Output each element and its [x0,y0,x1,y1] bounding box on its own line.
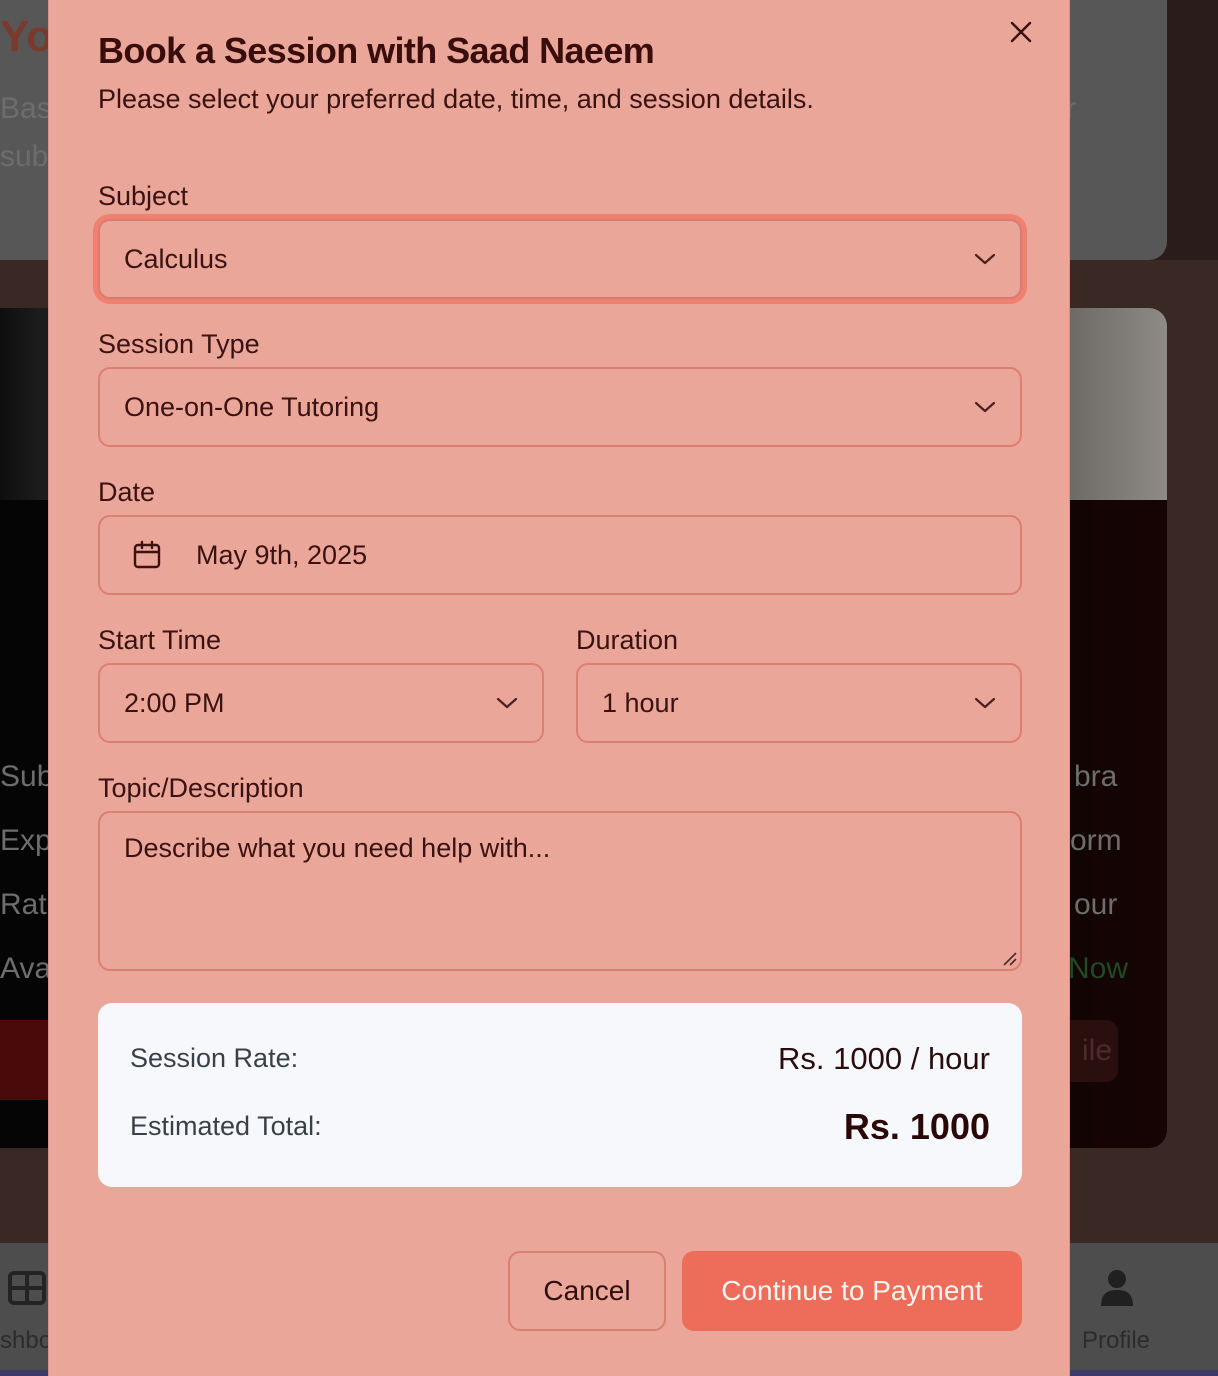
session-type-select[interactable]: One-on-One Tutoring [98,367,1022,447]
price-summary: Session Rate: Rs. 1000 / hour Estimated … [98,1003,1022,1187]
bg-detail-label: Rat [0,888,47,921]
date-label: Date [98,477,156,507]
start-time-select[interactable]: 2:00 PM [98,663,544,743]
session-type-value: One-on-One Tutoring [124,391,380,422]
bg-detail-label: Ava [0,952,52,985]
cancel-button[interactable]: Cancel [508,1251,666,1331]
chevron-down-icon [496,692,518,714]
bg-page-title: Yo [0,12,53,61]
bg-detail-value: our [1074,888,1118,921]
topic-label: Topic/Description [98,773,304,803]
modal-subtitle: Please select your preferred date, time,… [98,84,814,114]
nav-dashboard-label: shbo [0,1327,53,1354]
bg-detail-value: bra [1074,760,1118,793]
chevron-down-icon [974,396,996,418]
dashboard-icon [8,1271,46,1305]
bg-intro-line: sub [0,140,49,173]
bg-availability-value: Now [1068,952,1129,985]
session-rate-label: Session Rate: [130,1043,299,1073]
resize-handle-icon[interactable] [1000,949,1018,967]
start-time-label: Start Time [98,625,222,655]
nav-profile-label: Profile [1082,1327,1151,1354]
estimated-total-label: Estimated Total: [130,1111,322,1141]
close-button[interactable] [1003,14,1039,50]
duration-value: 1 hour [602,687,679,718]
continue-to-payment-button[interactable]: Continue to Payment [682,1251,1022,1331]
calendar-icon [132,540,162,570]
subject-select[interactable]: Calculus [98,219,1022,299]
date-value: May 9th, 2025 [196,539,368,570]
chevron-down-icon [974,248,996,270]
bg-intro-line: Bas [0,92,52,125]
duration-select[interactable]: 1 hour [576,663,1022,743]
session-rate-value: Rs. 1000 / hour [778,1041,990,1076]
date-picker[interactable]: May 9th, 2025 [98,515,1022,595]
chevron-down-icon [974,692,996,714]
start-time-value: 2:00 PM [124,687,225,718]
booking-modal: Book a Session with Saad Naeem Please se… [48,0,1070,1376]
topic-textarea[interactable]: Describe what you need help with... [98,811,1022,971]
bg-detail-label: Exp [0,824,52,857]
estimated-total-value: Rs. 1000 [843,1106,990,1147]
bg-detail-value: orm [1070,824,1122,857]
profile-icon [1101,1270,1133,1306]
bg-detail-label: Sub [0,760,54,793]
session-type-label: Session Type [98,329,260,359]
topic-placeholder: Describe what you need help with... [124,833,551,863]
close-icon [1010,21,1032,43]
duration-label: Duration [576,625,679,655]
subject-label: Subject [98,181,189,211]
modal-title: Book a Session with Saad Naeem [98,30,655,71]
bg-profile-button-label: ile [1082,1034,1113,1067]
subject-value: Calculus [124,243,228,274]
